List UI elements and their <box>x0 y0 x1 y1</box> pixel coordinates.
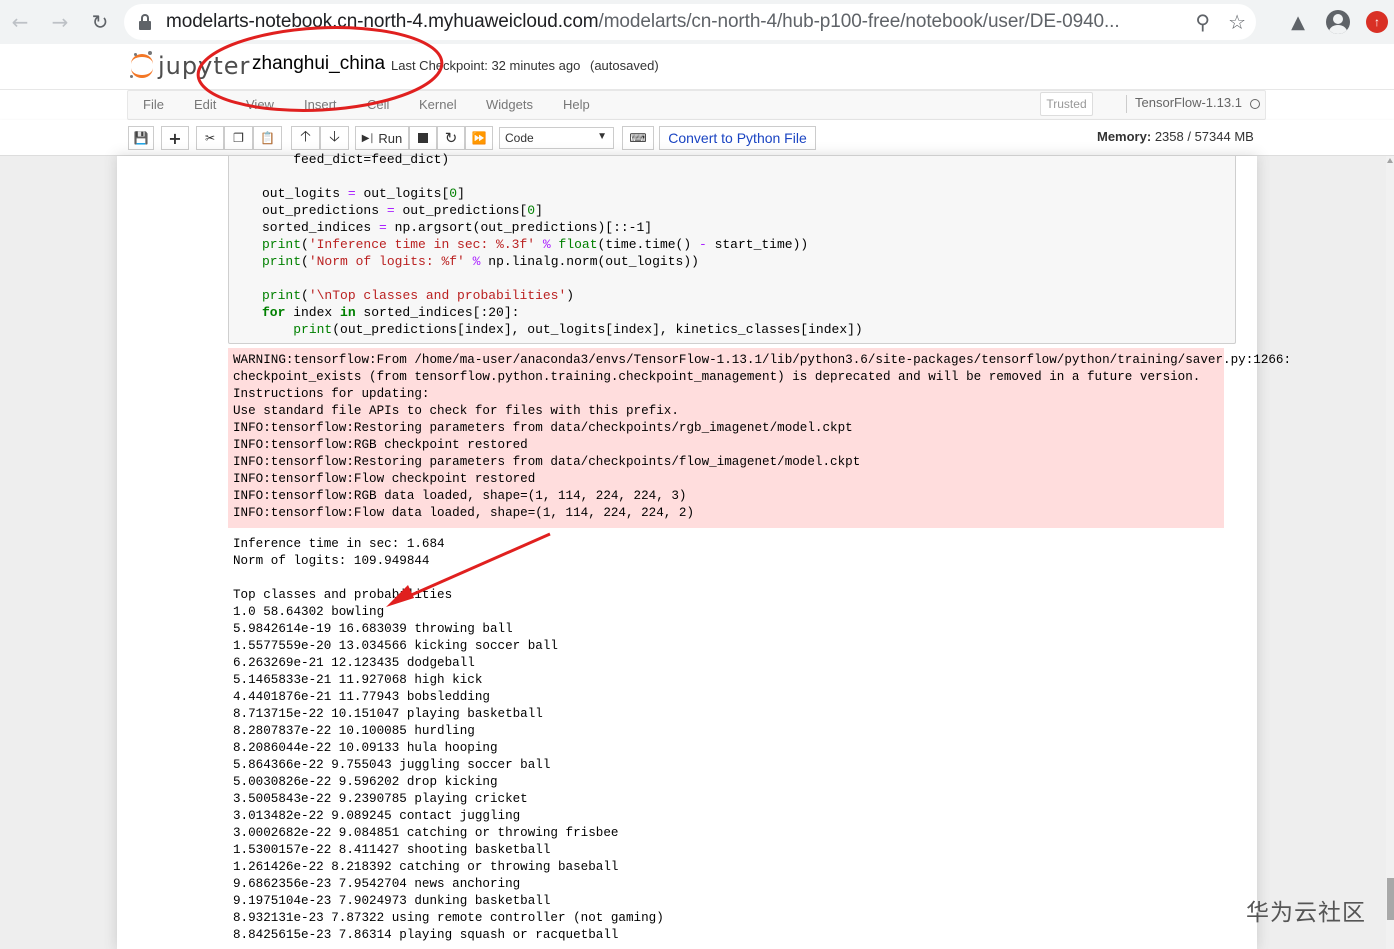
vertical-scrollbar[interactable] <box>1386 156 1394 949</box>
annotation-ellipse <box>196 26 444 112</box>
scroll-up-arrow-icon[interactable] <box>1387 158 1393 163</box>
watermark: 华为云社区 <box>1246 900 1366 926</box>
scrollbar-thumb[interactable] <box>1387 878 1394 920</box>
annotation-overlay <box>196 26 551 607</box>
annotation-arrow-head <box>386 585 414 607</box>
annotation-arrow-shaft <box>399 532 551 602</box>
